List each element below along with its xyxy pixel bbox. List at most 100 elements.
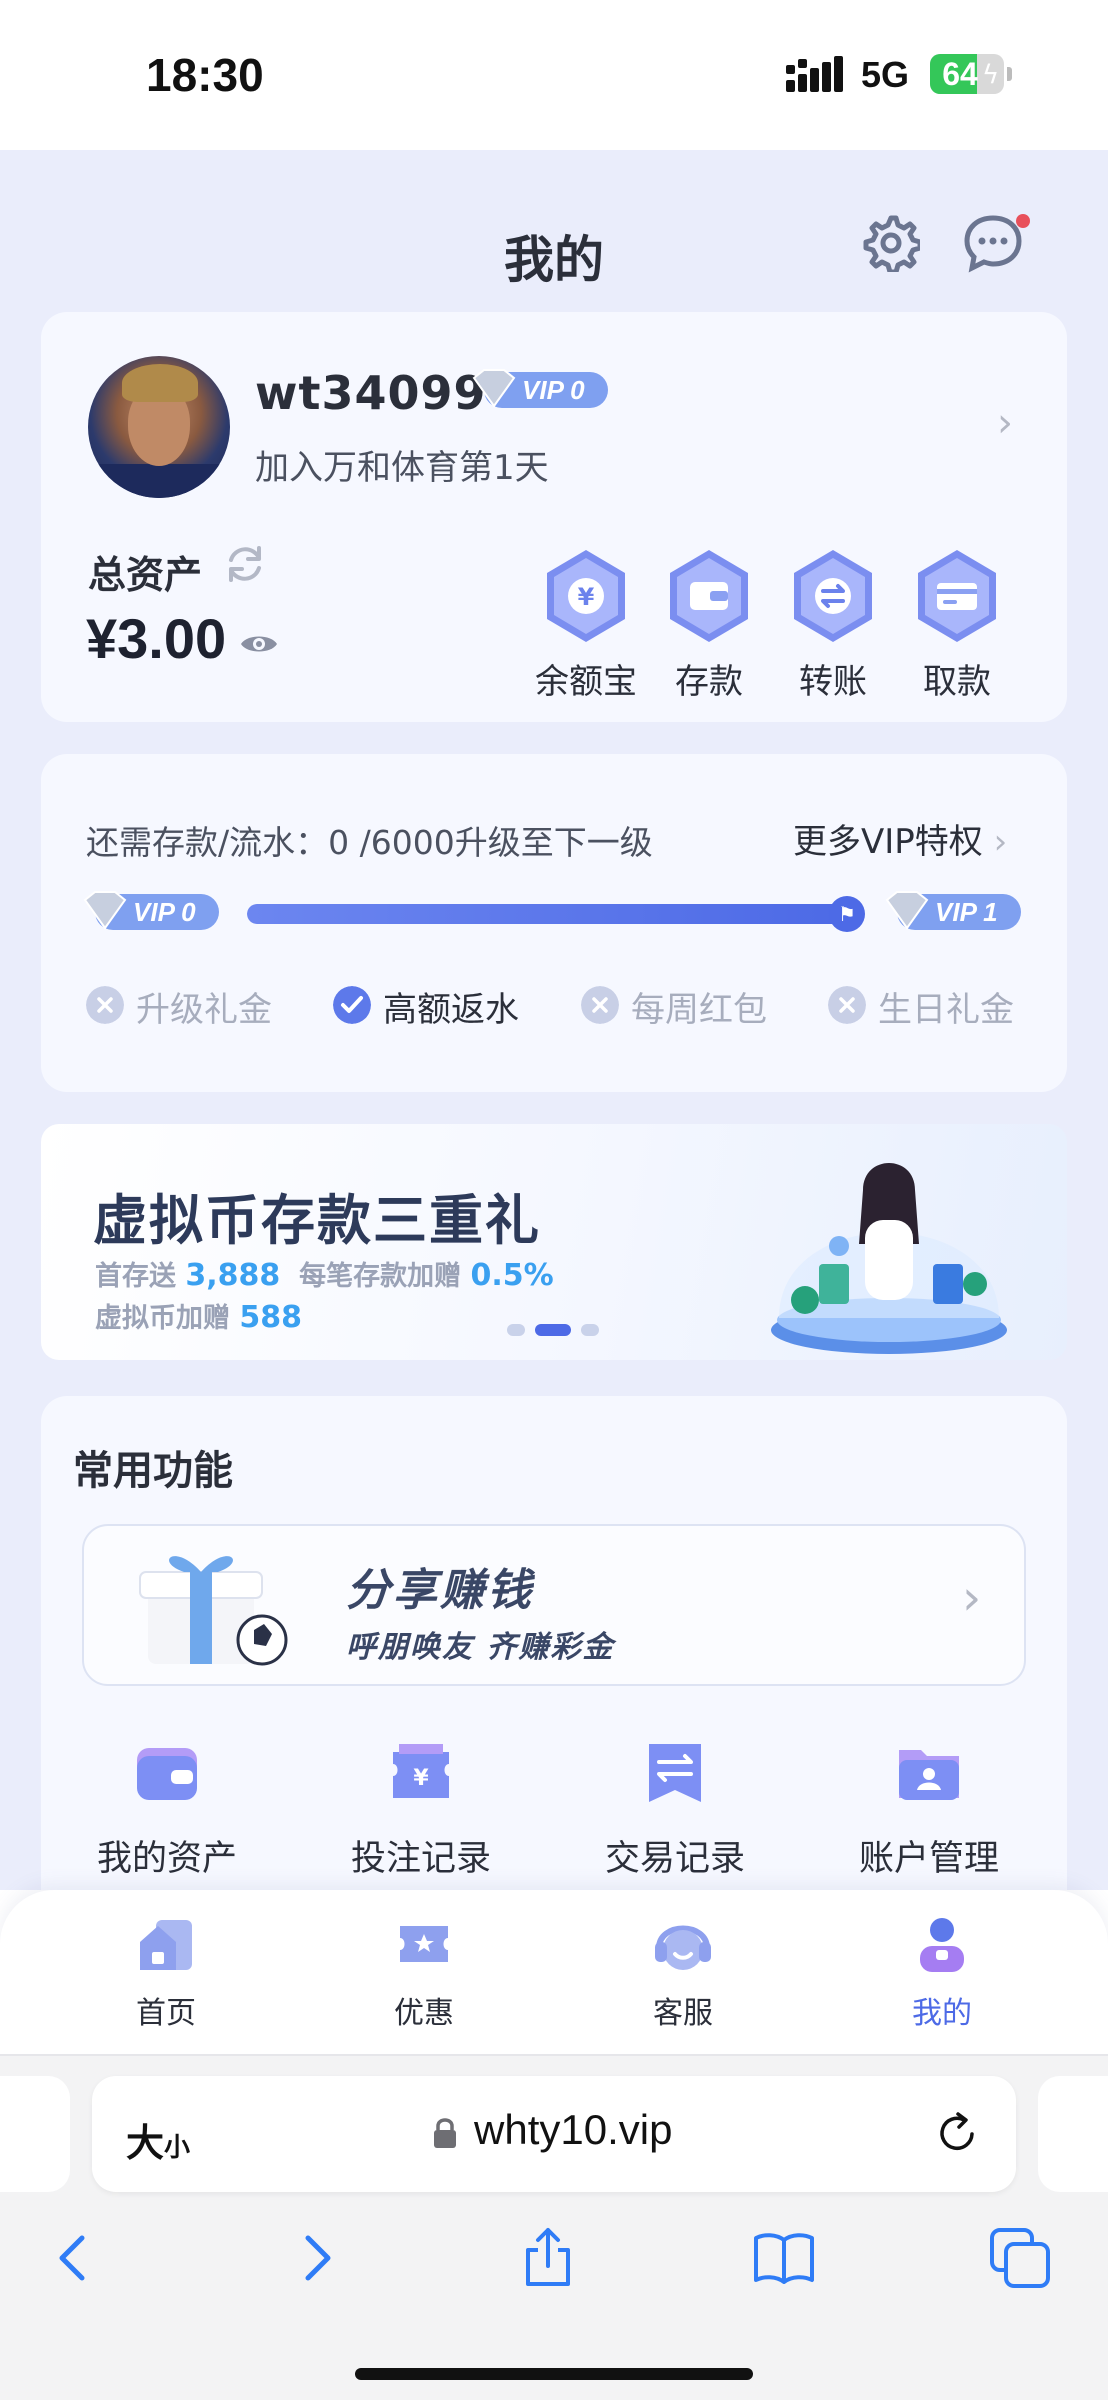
- join-date-text: 加入万和体育第1天: [255, 448, 549, 488]
- bottom-tab-bar: 首页 优惠 客服 我的: [0, 1890, 1108, 2056]
- carousel-dot[interactable]: [507, 1324, 525, 1336]
- promo-illustration: [771, 1163, 1007, 1354]
- lock-icon: [434, 2118, 456, 2148]
- vip-progress-bar: [247, 904, 861, 924]
- common-functions-card: 常用功能 分享赚钱 呼朋唤友 齐赚彩金 › 我的资产 ¥ 投注记录 交易记录 账…: [41, 1396, 1067, 1890]
- next-tab-preview[interactable]: [1038, 2076, 1108, 2192]
- yen-coin-icon: ¥: [547, 550, 625, 642]
- svg-text:¥: ¥: [413, 1766, 429, 1791]
- func-account-management[interactable]: 账户管理: [829, 1738, 1029, 1881]
- action-transfer[interactable]: 转账: [778, 548, 888, 703]
- chevron-right-icon[interactable]: ›: [997, 400, 1013, 446]
- carousel-dot[interactable]: [581, 1324, 599, 1336]
- address-bar[interactable]: 大小 whty10.vip: [92, 2076, 1016, 2192]
- tab-label: 优惠: [394, 1996, 454, 2031]
- wallet-icon: [137, 1748, 197, 1800]
- tab-customer-service[interactable]: 客服: [603, 1912, 763, 2032]
- bet-record-icon: ¥: [393, 1744, 449, 1798]
- gear-icon[interactable]: [862, 214, 920, 272]
- account-folder-icon: [899, 1750, 959, 1800]
- chat-bubble-icon: [964, 215, 1022, 273]
- charging-bolt-icon: ϟ: [982, 60, 1000, 90]
- action-label: 存款: [675, 662, 743, 702]
- svg-text:VIP 1: VIP 1: [935, 897, 998, 927]
- browser-chrome: 大小 whty10.vip: [0, 2056, 1108, 2400]
- gift-box-icon: [139, 1556, 288, 1666]
- more-vip-label: 更多VIP特权: [793, 822, 983, 862]
- runner-icon: ⚑: [829, 896, 865, 932]
- tab-home[interactable]: 首页: [86, 1912, 246, 2032]
- promo-banner[interactable]: 虚拟币存款三重礼 首存送 3,888 每笔存款加赠 0.5% 虚拟币加赠 588: [41, 1124, 1067, 1360]
- tabs-icon[interactable]: [988, 2226, 1052, 2290]
- status-time: 18:30: [146, 49, 264, 101]
- eye-icon[interactable]: [239, 630, 279, 658]
- action-label: 转账: [799, 662, 867, 702]
- action-deposit[interactable]: 存款: [654, 548, 764, 703]
- carousel-dot-active[interactable]: [535, 1324, 571, 1336]
- balance-amount: ¥3.00: [86, 607, 227, 670]
- func-label: 交易记录: [604, 1839, 745, 1879]
- func-transactions[interactable]: 交易记录: [575, 1738, 775, 1881]
- share-icon[interactable]: [516, 2226, 580, 2290]
- cross-circle-icon: [828, 986, 866, 1024]
- func-bet-records[interactable]: ¥ 投注记录: [321, 1738, 521, 1881]
- battery-percent: 64: [942, 56, 978, 92]
- func-label: 账户管理: [858, 1839, 999, 1879]
- refresh-icon[interactable]: [223, 542, 267, 586]
- tab-mine[interactable]: 我的: [862, 1912, 1022, 2032]
- perk-label: 每周红包: [631, 990, 767, 1030]
- action-label: 余额宝: [535, 662, 637, 702]
- share-subtitle: 呼朋唤友 齐赚彩金: [346, 1630, 615, 1665]
- perk-label: 生日礼金: [878, 990, 1014, 1030]
- transfer-icon: [794, 550, 872, 642]
- home-indicator: [355, 2368, 753, 2380]
- perk-label: 升级礼金: [136, 990, 272, 1030]
- tab-label: 我的: [912, 1996, 972, 2031]
- perk-label: 高额返水: [383, 990, 519, 1030]
- person-icon: [920, 1918, 964, 1972]
- vip-card: 还需存款/流水：0 /6000升级至下一级 更多VIP特权 › VIP 0 ⚑ …: [41, 754, 1067, 1092]
- cross-circle-icon: [86, 986, 124, 1024]
- reload-icon[interactable]: [934, 2110, 980, 2156]
- battery-icon: 64 ϟ: [930, 54, 1012, 94]
- vip-progress-fill: [247, 904, 843, 924]
- avatar[interactable]: [88, 356, 230, 498]
- section-title: 常用功能: [73, 1448, 233, 1494]
- action-withdraw[interactable]: 取款: [902, 548, 1012, 703]
- svg-text:¥: ¥: [578, 583, 595, 611]
- unread-dot: [1016, 214, 1030, 228]
- cellular-signal-icon: [786, 56, 843, 92]
- forward-icon[interactable]: [284, 2226, 348, 2290]
- share-earn-banner[interactable]: 分享赚钱 呼朋唤友 齐赚彩金 ›: [82, 1524, 1026, 1686]
- check-circle-icon: [333, 986, 371, 1024]
- cross-circle-icon: [581, 986, 619, 1024]
- action-yuebao[interactable]: ¥ 余额宝: [531, 548, 641, 703]
- banner-line-2: 虚拟币加赠 588: [95, 1300, 303, 1335]
- vip-badge: VIP 0: [472, 369, 608, 408]
- chevron-right-icon: ›: [993, 822, 1008, 862]
- carousel-indicator: [507, 1324, 607, 1336]
- func-my-assets[interactable]: 我的资产: [67, 1738, 267, 1881]
- status-bar: 18:30 5G 64 ϟ: [0, 0, 1108, 150]
- text-size-button[interactable]: 大小: [126, 2112, 190, 2167]
- vip-next-badge: VIP 1: [885, 891, 1021, 930]
- func-label: 投注记录: [350, 1839, 491, 1879]
- ticket-icon: [400, 1926, 448, 1962]
- chevron-right-icon: ›: [962, 1570, 982, 1626]
- previous-tab-preview[interactable]: [0, 2076, 70, 2192]
- page: 我的 wt34099 VIP 0 加入万和体育第1天 › 总资产 ¥3.00 ¥…: [0, 150, 1108, 1890]
- svg-text:VIP 0: VIP 0: [522, 375, 585, 405]
- back-icon[interactable]: [42, 2226, 106, 2290]
- tab-label: 客服: [653, 1996, 713, 2031]
- total-assets-label: 总资产: [88, 553, 203, 597]
- profile-card: wt34099 VIP 0 加入万和体育第1天 › 总资产 ¥3.00 ¥ 余额…: [41, 312, 1067, 722]
- tab-promotions[interactable]: 优惠: [344, 1912, 504, 2032]
- vip-current-badge: VIP 0: [83, 891, 219, 930]
- action-label: 取款: [923, 662, 991, 702]
- messages-button[interactable]: [962, 212, 1030, 274]
- share-title: 分享赚钱: [346, 1565, 534, 1616]
- page-title: 我的: [504, 231, 604, 289]
- vip-requirement-text: 还需存款/流水：0 /6000升级至下一级: [86, 823, 653, 862]
- more-vip-link[interactable]: 更多VIP特权 ›: [793, 814, 1007, 863]
- bookmarks-icon[interactable]: [752, 2226, 816, 2290]
